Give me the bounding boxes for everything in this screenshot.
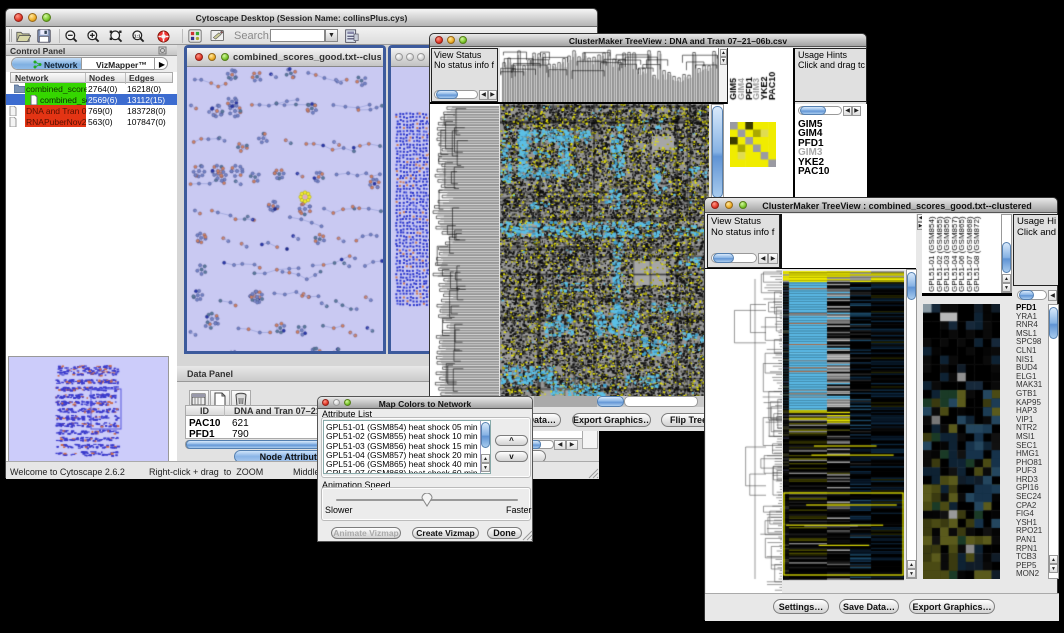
svg-text:1:1: 1:1	[134, 33, 141, 39]
